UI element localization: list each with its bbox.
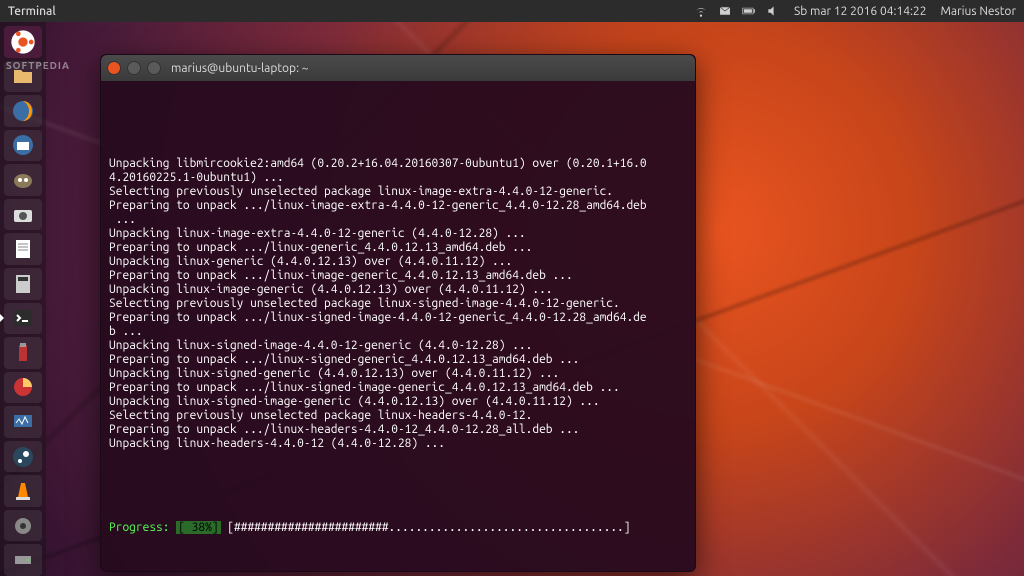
terminal-line: b ... bbox=[109, 325, 687, 339]
terminal-line: Unpacking linux-signed-generic (4.4.0.12… bbox=[109, 367, 687, 381]
launcher-steam[interactable] bbox=[4, 441, 42, 473]
terminal-line: Preparing to unpack .../linux-signed-ima… bbox=[109, 381, 687, 395]
launcher-calculator[interactable] bbox=[4, 268, 42, 300]
terminal-line: Selecting previously unselected package … bbox=[109, 409, 687, 423]
camera-icon bbox=[11, 203, 35, 227]
launcher-screenshot[interactable] bbox=[4, 199, 42, 231]
launcher-settings[interactable] bbox=[4, 510, 42, 542]
terminal-line: Unpacking linux-signed-image-4.4.0-12-ge… bbox=[109, 339, 687, 353]
terminal-icon bbox=[11, 306, 35, 330]
sound-indicator[interactable] bbox=[766, 4, 780, 18]
terminal-blank-line bbox=[109, 115, 687, 129]
launcher-system-monitor[interactable] bbox=[4, 406, 42, 438]
terminal-line: Selecting previously unselected package … bbox=[109, 297, 687, 311]
progress-bar: [#######################................… bbox=[227, 521, 630, 534]
notepad-icon bbox=[11, 237, 35, 261]
window-maximize-button[interactable] bbox=[147, 61, 161, 75]
wifi-icon bbox=[694, 4, 708, 18]
apt-progress: Progress: [ 38%] [######################… bbox=[109, 521, 687, 535]
ubuntu-icon bbox=[9, 28, 37, 56]
launcher-vlc[interactable] bbox=[4, 475, 42, 507]
vlc-icon bbox=[11, 479, 35, 503]
top-panel: Terminal Sb mar 12 2016 04:14:22 Marius … bbox=[0, 0, 1024, 22]
terminal-line: Preparing to unpack .../linux-headers-4.… bbox=[109, 423, 687, 437]
mail-indicator[interactable] bbox=[718, 4, 732, 18]
terminal-line: Unpacking linux-generic (4.4.0.12.13) ov… bbox=[109, 255, 687, 269]
terminal-blank-line bbox=[109, 479, 687, 493]
launcher-firefox[interactable] bbox=[4, 95, 42, 127]
progress-label: Progress: bbox=[109, 521, 169, 534]
window-title: marius@ubuntu-laptop: ~ bbox=[171, 62, 309, 75]
terminal-line: Unpacking linux-image-generic (4.4.0.12.… bbox=[109, 283, 687, 297]
network-indicator[interactable] bbox=[694, 4, 708, 18]
terminal-line: Unpacking linux-image-extra-4.4.0-12-gen… bbox=[109, 227, 687, 241]
disk-icon bbox=[11, 548, 35, 572]
terminal-line: Unpacking libmircookie2:amd64 (0.20.2+16… bbox=[109, 157, 687, 171]
terminal-line: Preparing to unpack .../linux-signed-gen… bbox=[109, 353, 687, 367]
mail-icon bbox=[718, 4, 732, 18]
progress-percent: [ 38%] bbox=[176, 521, 220, 534]
steam-icon bbox=[11, 445, 35, 469]
terminal-line: Unpacking linux-headers-4.4.0-12 (4.4.0-… bbox=[109, 437, 687, 451]
launcher-disks[interactable] bbox=[4, 544, 42, 576]
user-menu[interactable]: Marius Nestor bbox=[940, 5, 1016, 18]
window-titlebar[interactable]: marius@ubuntu-laptop: ~ bbox=[101, 55, 695, 81]
clock[interactable]: Sb mar 12 2016 04:14:22 bbox=[794, 5, 927, 18]
terminal-line: Unpacking linux-signed-image-generic (4.… bbox=[109, 395, 687, 409]
usb-icon bbox=[11, 341, 35, 365]
launcher-disk-usage[interactable] bbox=[4, 372, 42, 404]
terminal-line: Preparing to unpack .../linux-image-extr… bbox=[109, 199, 687, 213]
terminal-line: Preparing to unpack .../linux-generic_4.… bbox=[109, 241, 687, 255]
terminal-line: 4.20160225.1-0ubuntu1) ... bbox=[109, 171, 687, 185]
terminal-body[interactable]: Unpacking libmircookie2:amd64 (0.20.2+16… bbox=[101, 81, 695, 571]
launcher-thunderbird[interactable] bbox=[4, 130, 42, 162]
launcher bbox=[0, 22, 46, 576]
launcher-terminal[interactable] bbox=[4, 303, 42, 335]
launcher-text-editor[interactable] bbox=[4, 233, 42, 265]
launcher-usb-creator[interactable] bbox=[4, 337, 42, 369]
terminal-line: Preparing to unpack .../linux-image-gene… bbox=[109, 269, 687, 283]
calculator-icon bbox=[11, 272, 35, 296]
pie-chart-icon bbox=[11, 375, 35, 399]
app-title: Terminal bbox=[8, 5, 56, 18]
gimp-icon bbox=[11, 168, 35, 192]
monitor-icon bbox=[11, 410, 35, 434]
firefox-icon bbox=[11, 99, 35, 123]
terminal-window: marius@ubuntu-laptop: ~ Unpacking libmir… bbox=[100, 54, 696, 572]
terminal-line: Selecting previously unselected package … bbox=[109, 185, 687, 199]
thunderbird-icon bbox=[11, 133, 35, 157]
terminal-line: Preparing to unpack .../linux-signed-ima… bbox=[109, 311, 687, 325]
window-close-button[interactable] bbox=[107, 61, 121, 75]
watermark: SOFTPEDIA bbox=[6, 60, 70, 71]
launcher-dash[interactable] bbox=[4, 26, 42, 58]
battery-indicator[interactable] bbox=[742, 4, 756, 18]
battery-icon bbox=[742, 4, 756, 18]
volume-icon bbox=[766, 4, 780, 18]
launcher-gimp[interactable] bbox=[4, 164, 42, 196]
window-minimize-button[interactable] bbox=[127, 61, 141, 75]
gear-icon bbox=[11, 514, 35, 538]
terminal-line: ... bbox=[109, 213, 687, 227]
